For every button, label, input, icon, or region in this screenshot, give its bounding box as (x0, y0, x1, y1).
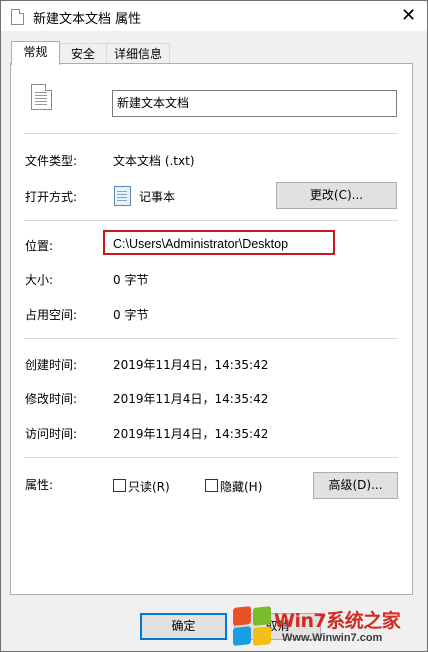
divider (24, 133, 398, 134)
location-highlight-box (103, 230, 335, 255)
created-value: 2019年11月4日，14:35:42 (113, 358, 269, 372)
tab-details[interactable]: 详细信息 (106, 43, 170, 64)
divider (24, 220, 398, 221)
watermark-url-text: Www.Winwin7.com (282, 632, 383, 644)
watermark-brand-text: Win7系统之家 (274, 610, 401, 632)
attributes-label: 属性: (25, 478, 54, 492)
tab-security-label: 安全 (70, 47, 95, 61)
title-bar[interactable]: 新建文本文档 属性 ✕ (1, 1, 427, 31)
divider (24, 457, 398, 458)
close-button[interactable]: ✕ (390, 2, 427, 31)
tab-general-label: 常规 (23, 45, 48, 59)
window-title: 新建文本文档 属性 (33, 12, 142, 27)
document-icon (11, 9, 24, 25)
hidden-checkbox[interactable] (205, 479, 218, 492)
size-on-disk-value: 0 字节 (113, 308, 149, 322)
tab-details-label: 详细信息 (113, 47, 162, 61)
file-name-field[interactable]: 新建文本文档 (112, 90, 397, 117)
accessed-label: 访问时间: (25, 427, 78, 441)
ok-button[interactable]: 确定 (140, 613, 227, 640)
readonly-label[interactable]: 只读(R) (128, 478, 170, 495)
accessed-value: 2019年11月4日，14:35:42 (113, 427, 269, 441)
divider (24, 338, 398, 339)
location-label: 位置: (25, 239, 54, 253)
watermark-logo: Win7系统之家 Www.Winwin7.com (230, 604, 426, 650)
hidden-label[interactable]: 隐藏(H) (220, 478, 262, 495)
modified-label: 修改时间: (25, 392, 78, 406)
opens-with-value: 记事本 (139, 190, 176, 204)
size-value: 0 字节 (113, 273, 149, 287)
size-on-disk-label: 占用空间: (25, 308, 78, 322)
readonly-checkbox[interactable] (113, 479, 126, 492)
created-label: 创建时间: (25, 358, 78, 372)
opens-with-label: 打开方式: (25, 190, 78, 204)
advanced-button[interactable]: 高级(D)... (313, 472, 398, 499)
file-type-label: 文件类型: (25, 154, 78, 168)
file-type-value: 文本文档 (.txt) (113, 154, 195, 168)
change-button[interactable]: 更改(C)... (276, 182, 397, 209)
tab-security[interactable]: 安全 (59, 43, 107, 64)
text-file-icon (31, 84, 52, 110)
modified-value: 2019年11月4日，14:35:42 (113, 392, 269, 406)
windows-flag-icon (232, 606, 272, 646)
size-label: 大小: (25, 273, 54, 287)
notepad-icon (114, 186, 131, 206)
tab-general[interactable]: 常规 (11, 41, 60, 65)
general-panel (10, 63, 413, 595)
